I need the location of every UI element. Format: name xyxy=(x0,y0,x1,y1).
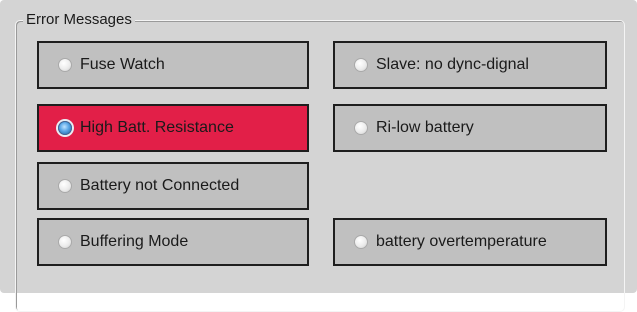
radio-icon xyxy=(354,235,368,249)
group-title: Error Messages xyxy=(23,11,135,29)
fuse-watch-label: Fuse Watch xyxy=(80,56,165,73)
buffering-mode-label: Buffering Mode xyxy=(80,233,189,250)
battery-overtemperature-label: battery overtemperature xyxy=(376,233,547,250)
radio-icon xyxy=(354,121,368,135)
high-batt-resistance-button[interactable]: High Batt. Resistance xyxy=(37,104,309,152)
error-messages-panel: Error Messages Fuse Watch Slave: no dync… xyxy=(0,0,637,312)
ri-low-battery-label: Ri-low battery xyxy=(376,119,474,136)
battery-overtemperature-button[interactable]: battery overtemperature xyxy=(333,218,607,266)
slave-no-sync-signal-label: Slave: no dync-dignal xyxy=(376,56,529,73)
battery-not-connected-label: Battery not Connected xyxy=(80,177,240,194)
high-batt-resistance-label: High Batt. Resistance xyxy=(80,119,234,136)
radio-icon xyxy=(58,58,72,72)
ri-low-battery-button[interactable]: Ri-low battery xyxy=(333,104,607,152)
radio-selected-icon xyxy=(58,121,72,135)
radio-icon xyxy=(58,235,72,249)
slave-no-sync-signal-button[interactable]: Slave: no dync-dignal xyxy=(333,41,607,89)
radio-icon xyxy=(58,179,72,193)
buffering-mode-button[interactable]: Buffering Mode xyxy=(37,218,309,266)
radio-icon xyxy=(354,58,368,72)
fuse-watch-button[interactable]: Fuse Watch xyxy=(37,41,309,89)
battery-not-connected-button[interactable]: Battery not Connected xyxy=(37,162,309,210)
